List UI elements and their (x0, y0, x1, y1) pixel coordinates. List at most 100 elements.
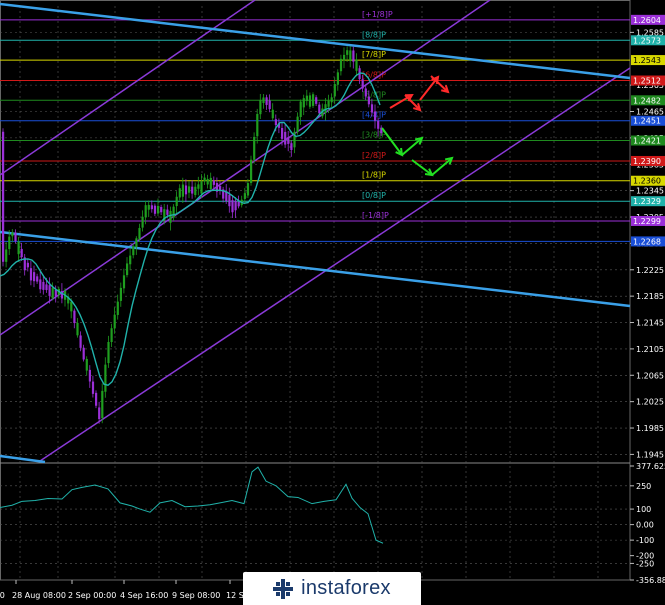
y-tick-label: 1.2025 (636, 398, 664, 407)
price-tag-label: 1.2482 (633, 96, 661, 105)
candle (299, 101, 302, 118)
candle (119, 287, 122, 301)
candle (296, 116, 299, 133)
price-tag-label: 1.2268 (633, 237, 661, 246)
candle (169, 210, 172, 223)
red-arrow-up-1 (389, 94, 413, 109)
candle (113, 314, 116, 329)
candle (281, 127, 284, 139)
candle (290, 143, 293, 151)
candle (336, 72, 339, 85)
trend-lines (0, 0, 631, 464)
instaforex-logo: instaforex (243, 572, 421, 605)
candle (259, 100, 262, 115)
candle (219, 186, 222, 190)
logo-text: instaforex (301, 577, 391, 599)
candle (54, 289, 57, 297)
indicator-tick-label: -250 (636, 559, 654, 568)
candle (305, 95, 308, 102)
candle (206, 179, 209, 185)
candle (253, 136, 256, 160)
channel-line-lower (39, 67, 631, 462)
candle (265, 97, 268, 105)
price-tag-label: 1.2390 (633, 157, 661, 166)
candle (352, 50, 355, 62)
candle (194, 186, 197, 196)
moving-average (0, 72, 381, 387)
candle (110, 328, 113, 343)
candle (370, 104, 374, 113)
candle (287, 137, 290, 144)
candle (8, 236, 11, 250)
candle (231, 200, 234, 213)
candle (17, 241, 20, 255)
candle (315, 97, 318, 104)
candle (250, 159, 253, 183)
price-tag-label: 1.2512 (633, 77, 661, 86)
indicator-tick-label: 377.6254 (636, 462, 665, 471)
candle (85, 358, 88, 371)
indicator-tick-label: 250 (636, 482, 651, 491)
candle (339, 58, 343, 72)
y-tick-label: 1.2185 (636, 292, 664, 301)
candle (132, 246, 135, 256)
candle (308, 95, 312, 107)
candle (20, 248, 23, 258)
candle (228, 194, 231, 207)
candle (48, 285, 51, 296)
candle (209, 177, 212, 190)
candle (138, 228, 141, 239)
moving-average-line (0, 72, 381, 387)
candle (153, 205, 157, 214)
murrey-level-label: [0/8]P (362, 191, 386, 200)
candle (42, 281, 45, 290)
candle (246, 183, 250, 196)
candle (33, 272, 36, 282)
candle (181, 184, 184, 197)
x-tick-label: :00 (0, 591, 5, 600)
candle (79, 335, 82, 348)
candle (367, 96, 370, 105)
candle (82, 347, 85, 360)
x-tick-label: 9 Sep 08:00 (172, 591, 220, 600)
candle (175, 196, 178, 207)
candle (95, 392, 98, 406)
candle (36, 276, 39, 282)
murrey-level-label: [3/8]P (362, 131, 386, 140)
candle (51, 287, 54, 299)
murrey-levels: [+1/8]P[8/8]P[7/8]P[6/8]P[5/8]P[4/8]P[3/… (0, 10, 630, 242)
candle (191, 186, 194, 194)
instaforex-logo-icon (273, 578, 294, 599)
candle (5, 249, 8, 262)
price-tag-label: 1.2604 (633, 16, 661, 25)
indicator-panel (0, 466, 630, 564)
candle (88, 369, 91, 382)
channel-line-middle (0, 0, 491, 336)
murrey-level-label: [2/8]P (362, 151, 386, 160)
x-tick-label: 4 Sep 16:00 (120, 591, 168, 600)
y-tick-label: 1.2345 (636, 187, 664, 196)
murrey-level-label: [1/8]P (362, 171, 386, 180)
chart: [+1/8]P[8/8]P[7/8]P[6/8]P[5/8]P[4/8]P[3/… (0, 0, 665, 600)
candle (243, 193, 246, 199)
price-tag-label: 1.2451 (633, 117, 661, 126)
murrey-level-label: [8/8]P (362, 30, 386, 39)
candle (262, 97, 265, 104)
candle (73, 310, 76, 324)
candle (197, 184, 200, 189)
candle (346, 50, 349, 55)
price-tag-label: 1.2421 (633, 137, 661, 146)
channel-line-upper (0, 0, 256, 176)
indicator-tick-label: 100 (636, 505, 651, 514)
candle (203, 177, 206, 182)
candle (333, 84, 336, 97)
price-tag-label: 1.2299 (633, 217, 661, 226)
candle (330, 97, 333, 103)
x-tick-label: 2 Sep 00:00 (68, 591, 116, 600)
price-tag-label: 1.2543 (633, 56, 661, 65)
murrey-level-label: [7/8]P (362, 50, 386, 59)
candle (302, 98, 305, 108)
candle (234, 200, 237, 211)
candle (364, 88, 367, 97)
y-tick-label: 1.1945 (636, 450, 664, 459)
